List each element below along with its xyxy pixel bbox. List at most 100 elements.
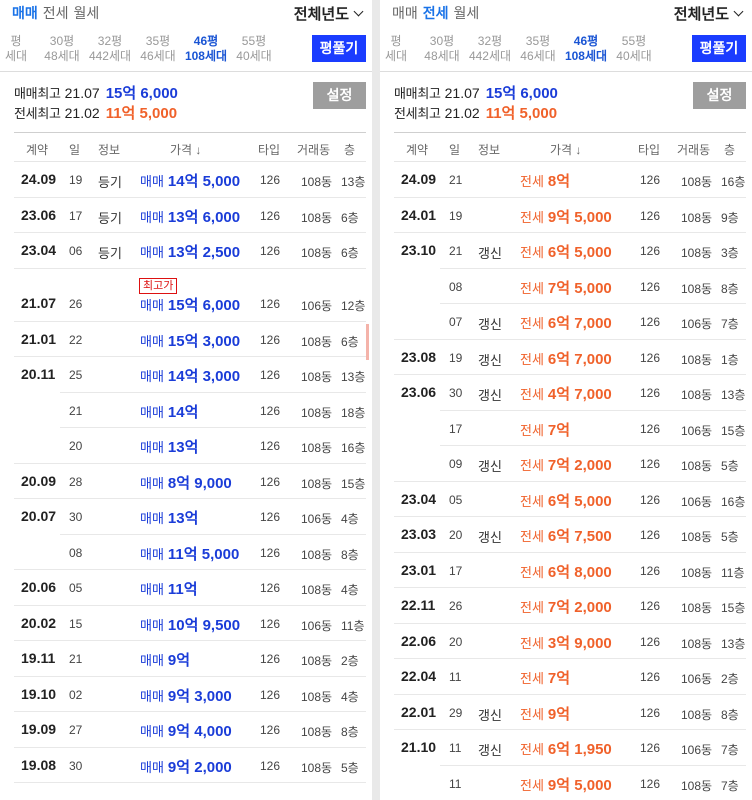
deal-amount: 6억 8,000	[547, 563, 612, 581]
tab-sale[interactable]: 매매	[392, 5, 418, 21]
table-row[interactable]: 24.09 19 등기 매매 14억 5,000 126 108동 13층	[14, 162, 366, 198]
size-option[interactable]: 35평 46세대	[514, 34, 562, 64]
table-row[interactable]: 20 매매 13억 126 108동 16층	[14, 428, 366, 464]
contract-month: 19.11	[21, 650, 56, 666]
table-row[interactable]: 23.03 20 갱신 전세 6억 7,500 126 108동 5층	[394, 517, 746, 553]
contract-month: 22.01	[401, 703, 437, 720]
year-select[interactable]: 전체년도	[294, 3, 364, 24]
table-row[interactable]: 08 매매 11억 5,000 126 108동 8층	[14, 535, 366, 570]
pyeong-expand-button[interactable]: 평풀기	[692, 35, 746, 62]
deal-kind: 전세	[520, 245, 544, 260]
deal-price: 전세 6억 7,000	[520, 348, 612, 369]
table-row[interactable]: 08 전세 7억 5,000 126 108동 8층	[394, 269, 746, 304]
floor: 16층	[721, 494, 746, 509]
deal-kind: 매매	[140, 245, 164, 260]
column-header: 정보	[98, 143, 121, 157]
table-row[interactable]: 24.09 21 전세 8억 126 108동 16층	[394, 162, 746, 198]
contract-day: 05	[449, 492, 463, 507]
table-row[interactable]: 22.11 26 전세 7억 2,000 126 108동 15층	[394, 588, 746, 624]
size-option[interactable]: 35평 46세대	[134, 34, 182, 64]
tab-jeonse[interactable]: 전세	[423, 5, 449, 21]
column-header[interactable]: 가격 ↓	[550, 141, 581, 158]
settings-button[interactable]: 설정	[313, 82, 366, 109]
table-row[interactable]: 09 갱신 전세 7억 2,000 126 108동 5층	[394, 446, 746, 482]
deal-price: 전세 7억 2,000	[520, 454, 612, 475]
tab-monthly[interactable]: 월세	[454, 5, 480, 21]
table-row[interactable]: 07 갱신 전세 6억 7,000 126 106동 7층	[394, 304, 746, 340]
table-row[interactable]: 23.04 06 등기 매매 13억 2,500 126 108동 6층	[14, 233, 366, 269]
floor: 7층	[721, 317, 739, 331]
contract-month: 20.06	[21, 579, 57, 595]
table-row[interactable]: 19.08 30 매매 9억 2,000 126 108동 5층	[14, 748, 366, 783]
table-row[interactable]: 21.10 11 갱신 전세 6억 1,950 126 106동 7층	[394, 730, 746, 766]
building-dong: 108동	[681, 778, 713, 793]
deal-price: 전세 6억 1,950	[520, 738, 612, 759]
table-row[interactable]: 21.01 22 매매 15억 3,000 126 108동 6층	[14, 322, 366, 357]
deal-price: 매매 13억	[140, 507, 198, 528]
size-households: 442세대	[468, 49, 512, 63]
unit-type: 126	[640, 670, 661, 684]
table-row[interactable]: 20.11 25 매매 14억 3,000 126 108동 13층	[14, 357, 366, 393]
tab-sale[interactable]: 매매	[12, 5, 38, 21]
contract-day: 30	[449, 386, 463, 400]
table-row[interactable]: 23.10 21 갱신 전세 6억 5,000 126 108동 3층	[394, 233, 746, 269]
column-header: 타입	[258, 143, 281, 157]
table-row[interactable]: 20.09 28 매매 8억 9,000 126 108동 15층	[14, 464, 366, 499]
size-option[interactable]: 평 세대	[4, 34, 28, 64]
settings-button[interactable]: 설정	[693, 82, 746, 109]
table-row[interactable]: 21 매매 14억 126 108동 18층	[14, 393, 366, 428]
column-header[interactable]: 가격 ↓	[170, 141, 201, 158]
table-row[interactable]: 22.04 11 전세 7억 126 106동 2층	[394, 659, 746, 695]
table-row[interactable]: 23.08 19 갱신 전세 6억 7,000 126 108동 1층	[394, 340, 746, 375]
building-dong: 106동	[681, 743, 713, 757]
size-option[interactable]: 46평 108세대	[562, 34, 610, 64]
tab-monthly[interactable]: 월세	[74, 5, 100, 21]
max-label: 매매최고	[14, 86, 61, 101]
pyeong-expand-button[interactable]: 평풀기	[312, 35, 366, 62]
building-dong: 106동	[681, 317, 713, 331]
size-option[interactable]: 46평 108세대	[182, 34, 230, 64]
deal-amount: 6억 1,950	[547, 741, 612, 758]
size-option[interactable]: 55평 40세대	[230, 34, 278, 64]
deal-kind: 매매	[140, 209, 164, 225]
deal-amount: 6억 5,000	[547, 492, 612, 510]
building-dong: 106동	[301, 298, 333, 313]
table-row[interactable]: 20.07 30 매매 13억 126 106동 4층	[14, 499, 366, 535]
table-row[interactable]: 19.10 02 매매 9억 3,000 126 108동 4층	[14, 677, 366, 712]
contract-day: 20	[69, 439, 83, 453]
contract-month: 23.04	[401, 490, 437, 507]
table-row[interactable]: 20.02 15 매매 10억 9,500 126 106동 11층	[14, 606, 366, 641]
year-select[interactable]: 전체년도	[674, 3, 744, 24]
table-row[interactable]: 20.06 05 매매 11억 126 108동 4층	[14, 570, 366, 606]
table-row[interactable]: 23.06 17 등기 매매 13억 6,000 126 108동 6층	[14, 198, 366, 233]
deal-price: 매매 15억 6,000	[140, 294, 240, 315]
tab-jeonse[interactable]: 전세	[43, 5, 69, 21]
max-price: 11억 5,000	[485, 105, 558, 122]
scrollbar-thumb[interactable]	[366, 324, 369, 360]
table-row[interactable]: 19.09 27 매매 9억 4,000 126 108동 8층	[14, 712, 366, 748]
table-row[interactable]: 19.11 21 매매 9억 126 108동 2층	[14, 641, 366, 677]
size-option[interactable]: 30평 48세대	[418, 34, 466, 64]
deal-info: 갱신	[478, 388, 502, 403]
table-row[interactable]: 23.04 05 전세 6억 5,000 126 106동 16층	[394, 482, 746, 517]
table-row[interactable]: 23.06 30 갱신 전세 4억 7,000 126 108동 13층	[394, 375, 746, 411]
size-option[interactable]: 30평 48세대	[38, 34, 86, 64]
size-option[interactable]: 55평 40세대	[610, 34, 658, 64]
size-households: 108세대	[184, 49, 228, 63]
size-households: 46세대	[140, 49, 176, 63]
table-row[interactable]: 17 전세 7억 126 106동 15층	[394, 411, 746, 446]
size-option[interactable]: 32평 442세대	[466, 34, 514, 64]
highest-price-badge: 최고가	[139, 277, 178, 294]
table-row[interactable]: 21.07 26 매매 15억 6,000 126 106동 12층 최고가	[14, 269, 366, 322]
table-row[interactable]: 22.01 29 갱신 전세 9억 126 108동 8층	[394, 695, 746, 730]
table-row[interactable]: 22.06 20 전세 3억 9,000 126 108동 13층	[394, 624, 746, 659]
table-row[interactable]: 23.01 17 전세 6억 8,000 126 108동 11층	[394, 553, 746, 588]
contract-month: 24.09	[401, 171, 437, 187]
table-row[interactable]: 11 전세 9억 5,000 126 108동 7층	[394, 766, 746, 800]
size-option[interactable]: 32평 442세대	[86, 34, 134, 64]
table-row[interactable]: 24.01 19 전세 9억 5,000 126 108동 9층	[394, 198, 746, 233]
transaction-list: 24.09 21 전세 8억 126 108동 16층 24.01 19 전세 9억 5,000 12…	[394, 162, 746, 800]
size-households: 세대	[384, 49, 408, 63]
building-dong: 108동	[681, 459, 713, 473]
size-option[interactable]: 평 세대	[384, 34, 408, 64]
